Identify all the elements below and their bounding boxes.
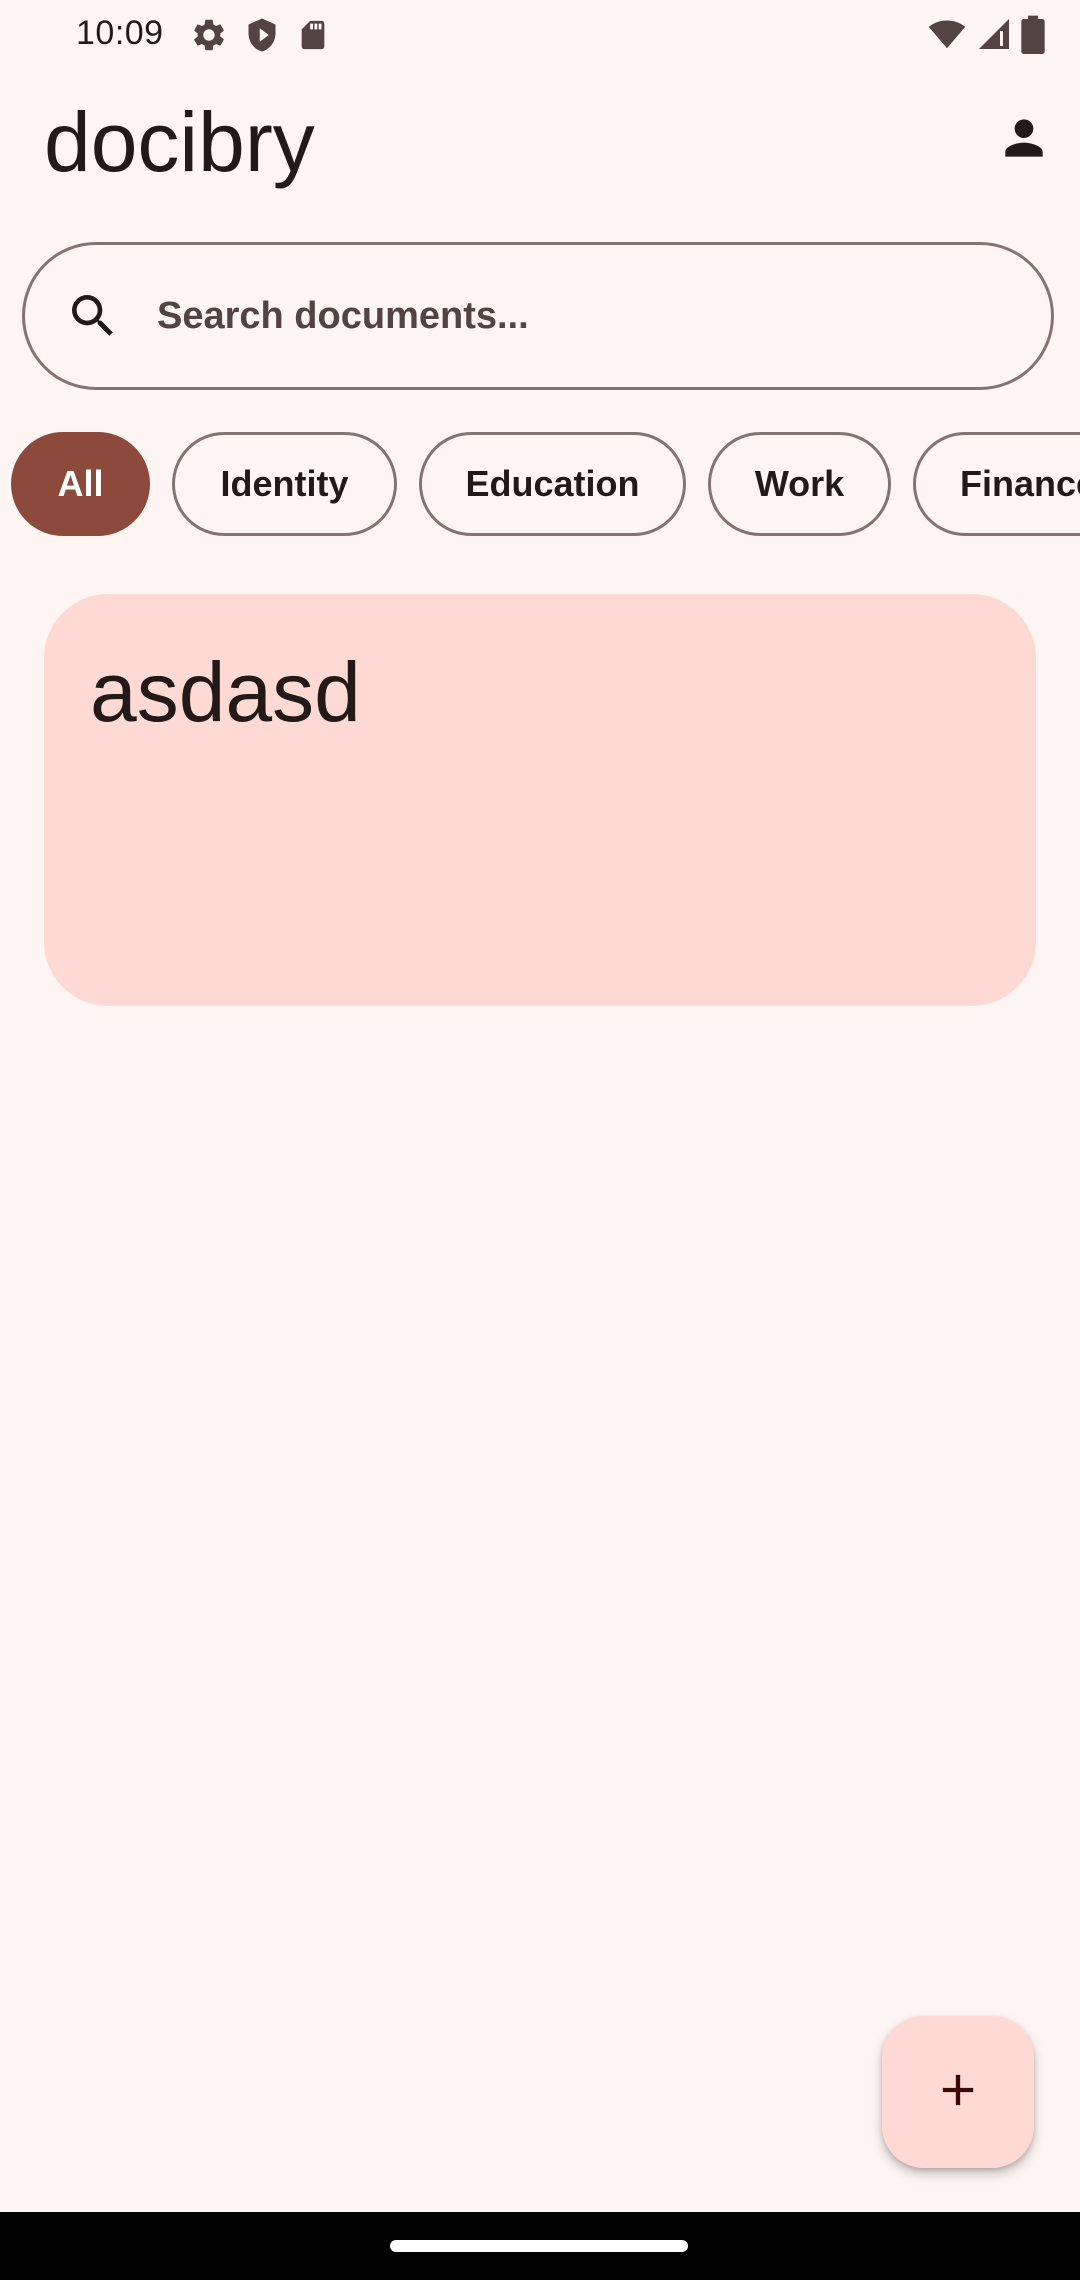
navigation-bar	[0, 2212, 1080, 2280]
plus-icon	[932, 2064, 984, 2121]
wifi-icon	[926, 15, 968, 53]
profile-button[interactable]	[988, 104, 1060, 176]
filter-chips: All Identity Education Work Finance	[0, 432, 1080, 536]
sd-card-icon	[296, 16, 330, 54]
shield-icon	[244, 16, 280, 54]
chip-education[interactable]: Education	[419, 432, 686, 536]
person-icon	[996, 110, 1052, 171]
status-right-icons	[926, 14, 1046, 54]
chip-work[interactable]: Work	[708, 432, 891, 536]
status-left-icons	[190, 16, 330, 54]
chip-all[interactable]: All	[11, 432, 150, 536]
document-title: asdasd	[90, 645, 361, 739]
status-time: 10:09	[76, 14, 164, 52]
search-bar[interactable]	[22, 242, 1054, 390]
search-icon	[65, 288, 121, 344]
app-title: docibry	[44, 95, 315, 189]
cellular-signal-icon	[976, 15, 1012, 53]
home-gesture-handle[interactable]	[390, 2240, 688, 2252]
add-document-button[interactable]	[882, 2016, 1034, 2168]
search-input[interactable]	[155, 293, 959, 339]
battery-icon	[1020, 14, 1046, 54]
chip-identity[interactable]: Identity	[172, 432, 397, 536]
settings-icon	[190, 16, 228, 54]
document-card[interactable]: asdasd	[44, 594, 1036, 1006]
chip-finance[interactable]: Finance	[913, 432, 1080, 536]
status-bar: 10:09	[0, 0, 1080, 68]
